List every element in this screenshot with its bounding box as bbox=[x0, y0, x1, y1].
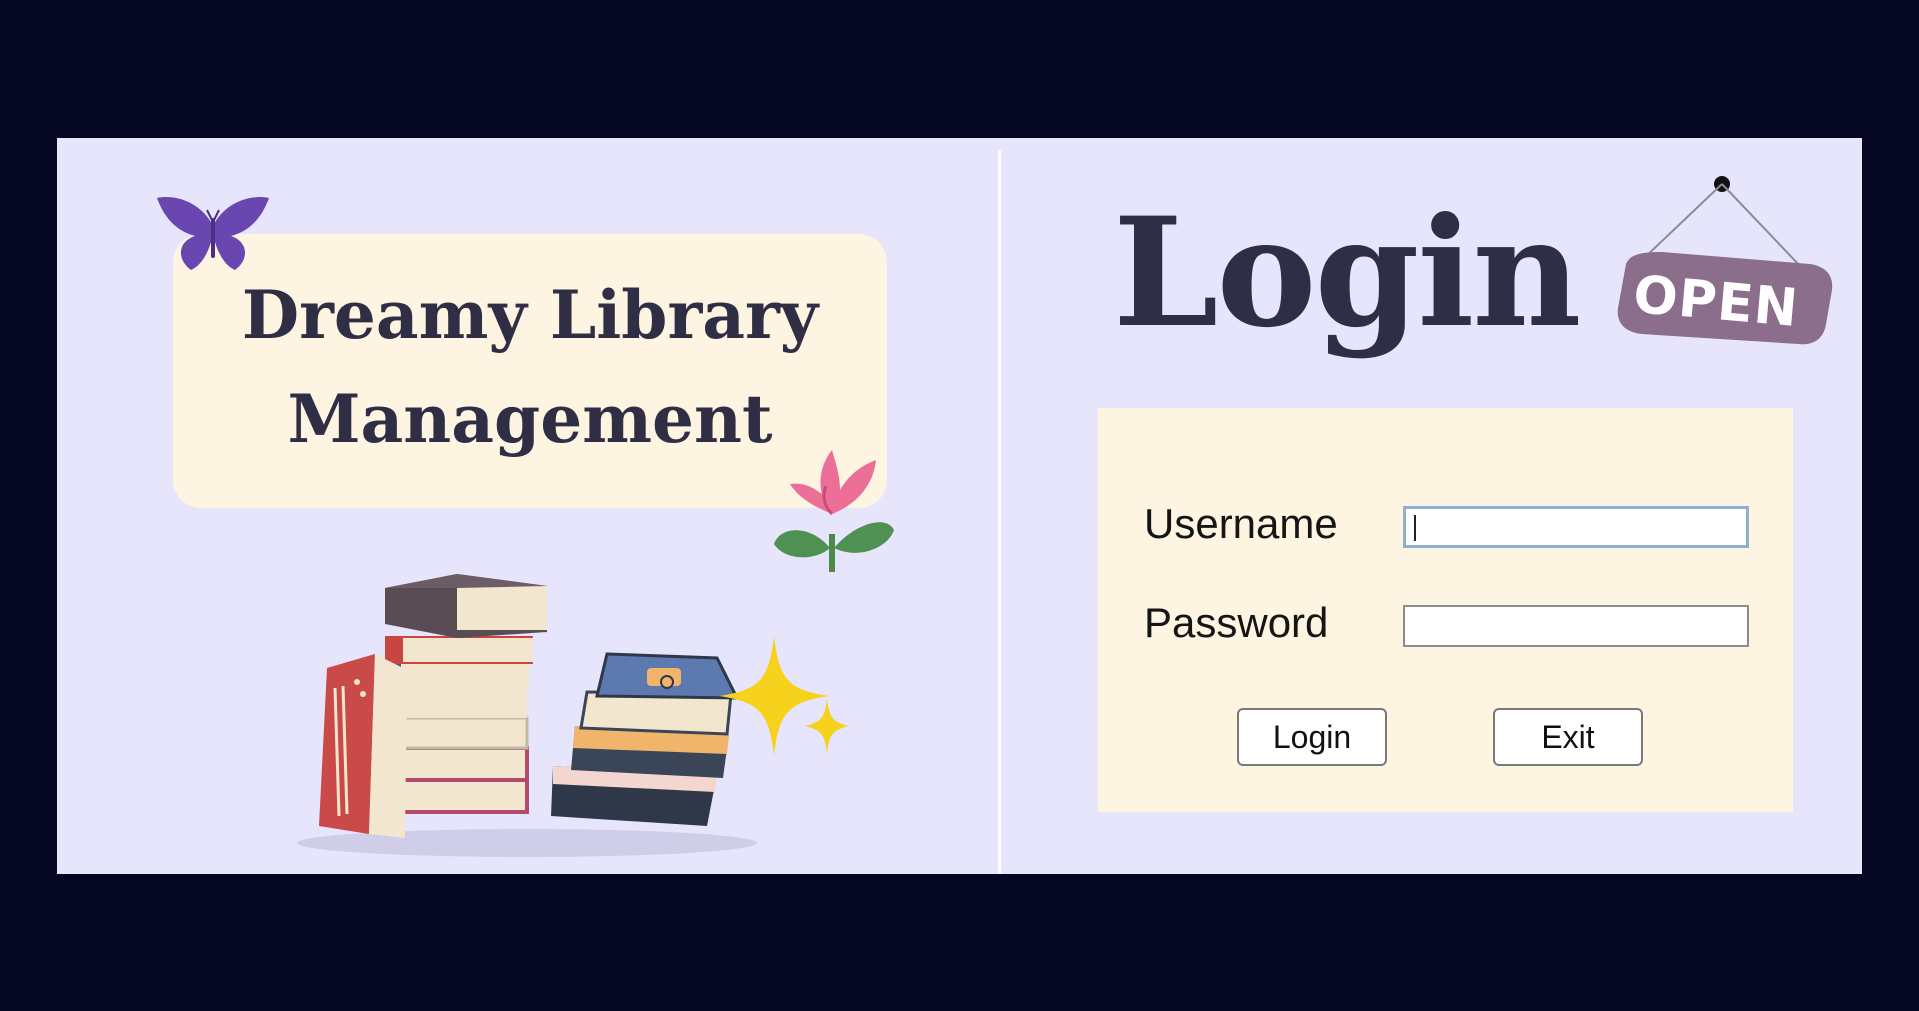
username-label: Username bbox=[1144, 500, 1338, 547]
username-input[interactable] bbox=[1403, 506, 1749, 548]
text-caret bbox=[1414, 515, 1416, 541]
sparkle-small-icon bbox=[805, 698, 849, 754]
login-window: Dreamy Library Management Login OPEN Use… bbox=[57, 138, 1862, 874]
login-heading: Login bbox=[1113, 185, 1581, 361]
app-title-line-1: Dreamy Library bbox=[241, 276, 819, 354]
password-input[interactable] bbox=[1403, 605, 1749, 647]
butterfly-icon bbox=[157, 197, 269, 270]
password-label: Password bbox=[1144, 599, 1329, 646]
panel-divider bbox=[998, 150, 1001, 874]
exit-button[interactable]: Exit bbox=[1493, 708, 1643, 766]
login-form: Username Password Login Exit bbox=[1098, 408, 1793, 812]
flower-icon bbox=[774, 450, 894, 572]
login-button[interactable]: Login bbox=[1237, 708, 1387, 766]
